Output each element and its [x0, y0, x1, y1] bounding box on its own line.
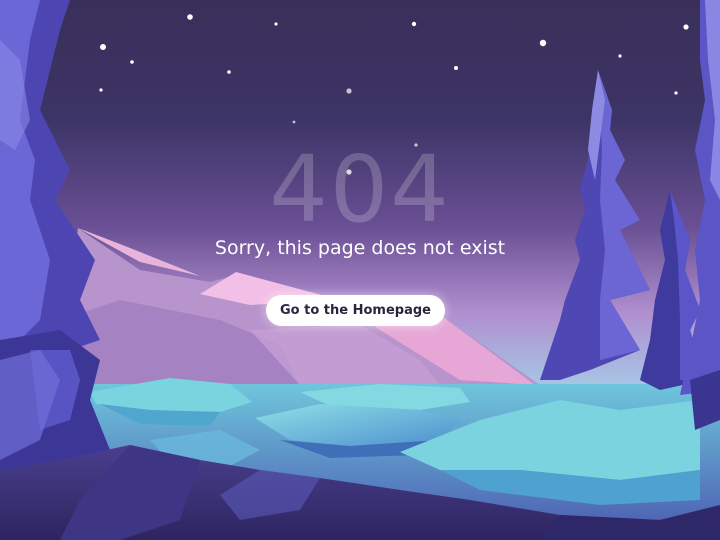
- star: [454, 66, 458, 70]
- star: [674, 91, 678, 95]
- star: [100, 44, 106, 50]
- error-message: Sorry, this page does not exist: [214, 237, 506, 259]
- star: [99, 88, 103, 92]
- star: [274, 22, 278, 26]
- go-to-homepage-button[interactable]: Go to the Homepage: [266, 295, 445, 326]
- background-illustration: [0, 0, 720, 540]
- star: [539, 39, 547, 47]
- star: [618, 54, 622, 58]
- star: [411, 21, 417, 27]
- not-found-page: 404 Sorry, this page does not exist Go t…: [0, 0, 720, 540]
- star: [187, 14, 193, 20]
- star: [227, 70, 231, 74]
- error-code: 404: [269, 136, 451, 243]
- star: [292, 120, 296, 124]
- star: [683, 24, 689, 30]
- star: [130, 60, 134, 64]
- star: [346, 88, 352, 94]
